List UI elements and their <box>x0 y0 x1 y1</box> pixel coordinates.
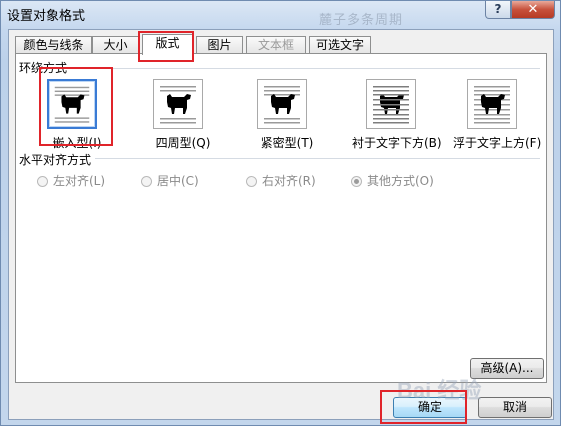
layout-panel: 环绕方式 嵌入型(I) 四周型(Q) 紧密型(T) 衬于文字下方(B) 浮于文字… <box>15 53 547 383</box>
format-object-dialog: 设置对象格式 麓子多条周期 ? ✕ 颜色与线条 大小 版式 图片 文本框 可选文… <box>0 0 561 426</box>
text-line <box>474 122 510 124</box>
wrap-label-square: 四周型(Q) <box>155 136 211 150</box>
tab-size[interactable]: 大小 <box>92 36 139 54</box>
text-line <box>54 121 90 123</box>
advanced-button[interactable]: 高级(A)... <box>470 358 544 379</box>
wrap-section-label: 环绕方式 <box>19 59 72 76</box>
wrap-option-behind[interactable]: 衬于文字下方(B) <box>352 79 442 159</box>
text-line <box>474 90 510 92</box>
behind-text-icon <box>366 79 416 129</box>
align-right-radio <box>246 176 257 187</box>
dog-silhouette <box>167 94 191 114</box>
square-wrap-icon <box>153 79 203 129</box>
tab-strip: 颜色与线条 大小 版式 图片 文本框 可选文字 <box>15 34 549 55</box>
text-line <box>54 90 90 93</box>
text-line <box>54 86 90 89</box>
wrap-option-front[interactable]: 浮于文字上方(F) <box>453 79 541 159</box>
align-section-divider <box>22 158 540 159</box>
text-line <box>474 114 510 116</box>
text-line <box>264 86 300 88</box>
text-line <box>160 122 196 124</box>
align-right-option: 右对齐(R) <box>246 172 316 189</box>
in-front-of-text-icon <box>467 79 517 129</box>
text-line <box>474 118 510 120</box>
align-center-label: 居中(C) <box>157 174 199 188</box>
dog-silhouette <box>61 94 85 114</box>
align-center-option: 居中(C) <box>141 172 199 189</box>
background-window-title: 麓子多条周期 <box>319 13 404 28</box>
align-left-label: 左对齐(L) <box>53 174 106 188</box>
tab-text-box: 文本框 <box>246 36 306 54</box>
tab-alt-text[interactable]: 可选文字 <box>309 36 371 54</box>
wrap-label-inline: 嵌入型(I) <box>52 136 102 150</box>
text-line <box>264 118 300 120</box>
align-left-option: 左对齐(L) <box>37 172 105 189</box>
text-line <box>264 90 300 92</box>
text-line <box>160 118 196 120</box>
wrap-option-square[interactable]: 四周型(Q) <box>139 79 227 159</box>
inline-wrap-icon <box>47 79 97 129</box>
text-line <box>160 90 196 92</box>
text-line <box>373 114 409 116</box>
text-line <box>373 122 409 124</box>
close-button[interactable]: ✕ <box>511 1 555 19</box>
text-line <box>474 86 510 88</box>
text-line <box>54 117 90 119</box>
tab-layout[interactable]: 版式 <box>142 34 193 55</box>
wrap-option-tight[interactable]: 紧密型(T) <box>243 79 331 159</box>
text-line <box>373 99 409 101</box>
wrap-section-divider <box>22 68 540 69</box>
wrap-label-front: 浮于文字上方(F) <box>453 136 542 150</box>
text-line <box>474 109 510 111</box>
wrap-label-tight: 紧密型(T) <box>260 136 314 150</box>
help-button[interactable]: ? <box>485 1 511 19</box>
wrap-label-behind: 衬于文字下方(B) <box>352 136 442 150</box>
align-right-label: 右对齐(R) <box>262 174 316 188</box>
align-center-radio <box>141 176 152 187</box>
text-line <box>160 86 196 88</box>
text-line <box>264 122 300 124</box>
cancel-button[interactable]: 取消 <box>478 397 552 418</box>
align-left-radio <box>37 176 48 187</box>
title-bar[interactable]: 设置对象格式 麓子多条周期 ? ✕ <box>1 1 561 28</box>
text-line <box>373 118 409 120</box>
dialog-title: 设置对象格式 <box>7 9 86 24</box>
text-line <box>373 109 409 111</box>
tab-colors-lines[interactable]: 颜色与线条 <box>15 36 92 54</box>
dog-silhouette <box>271 94 295 114</box>
ok-button[interactable]: 确定 <box>393 397 467 418</box>
text-line <box>373 94 409 96</box>
tab-picture[interactable]: 图片 <box>196 36 243 54</box>
align-other-option: 其他方式(O) <box>351 172 434 189</box>
align-other-radio <box>351 176 362 187</box>
text-line <box>373 90 409 92</box>
wrap-option-inline[interactable]: 嵌入型(I) <box>33 79 121 159</box>
align-other-label: 其他方式(O) <box>367 174 434 188</box>
tight-wrap-icon <box>257 79 307 129</box>
text-line <box>373 86 409 88</box>
text-line <box>373 104 409 106</box>
align-section-label: 水平对齐方式 <box>19 151 96 168</box>
dialog-client-area: 颜色与线条 大小 版式 图片 文本框 可选文字 环绕方式 嵌入型(I) 四周型(… <box>8 29 554 424</box>
